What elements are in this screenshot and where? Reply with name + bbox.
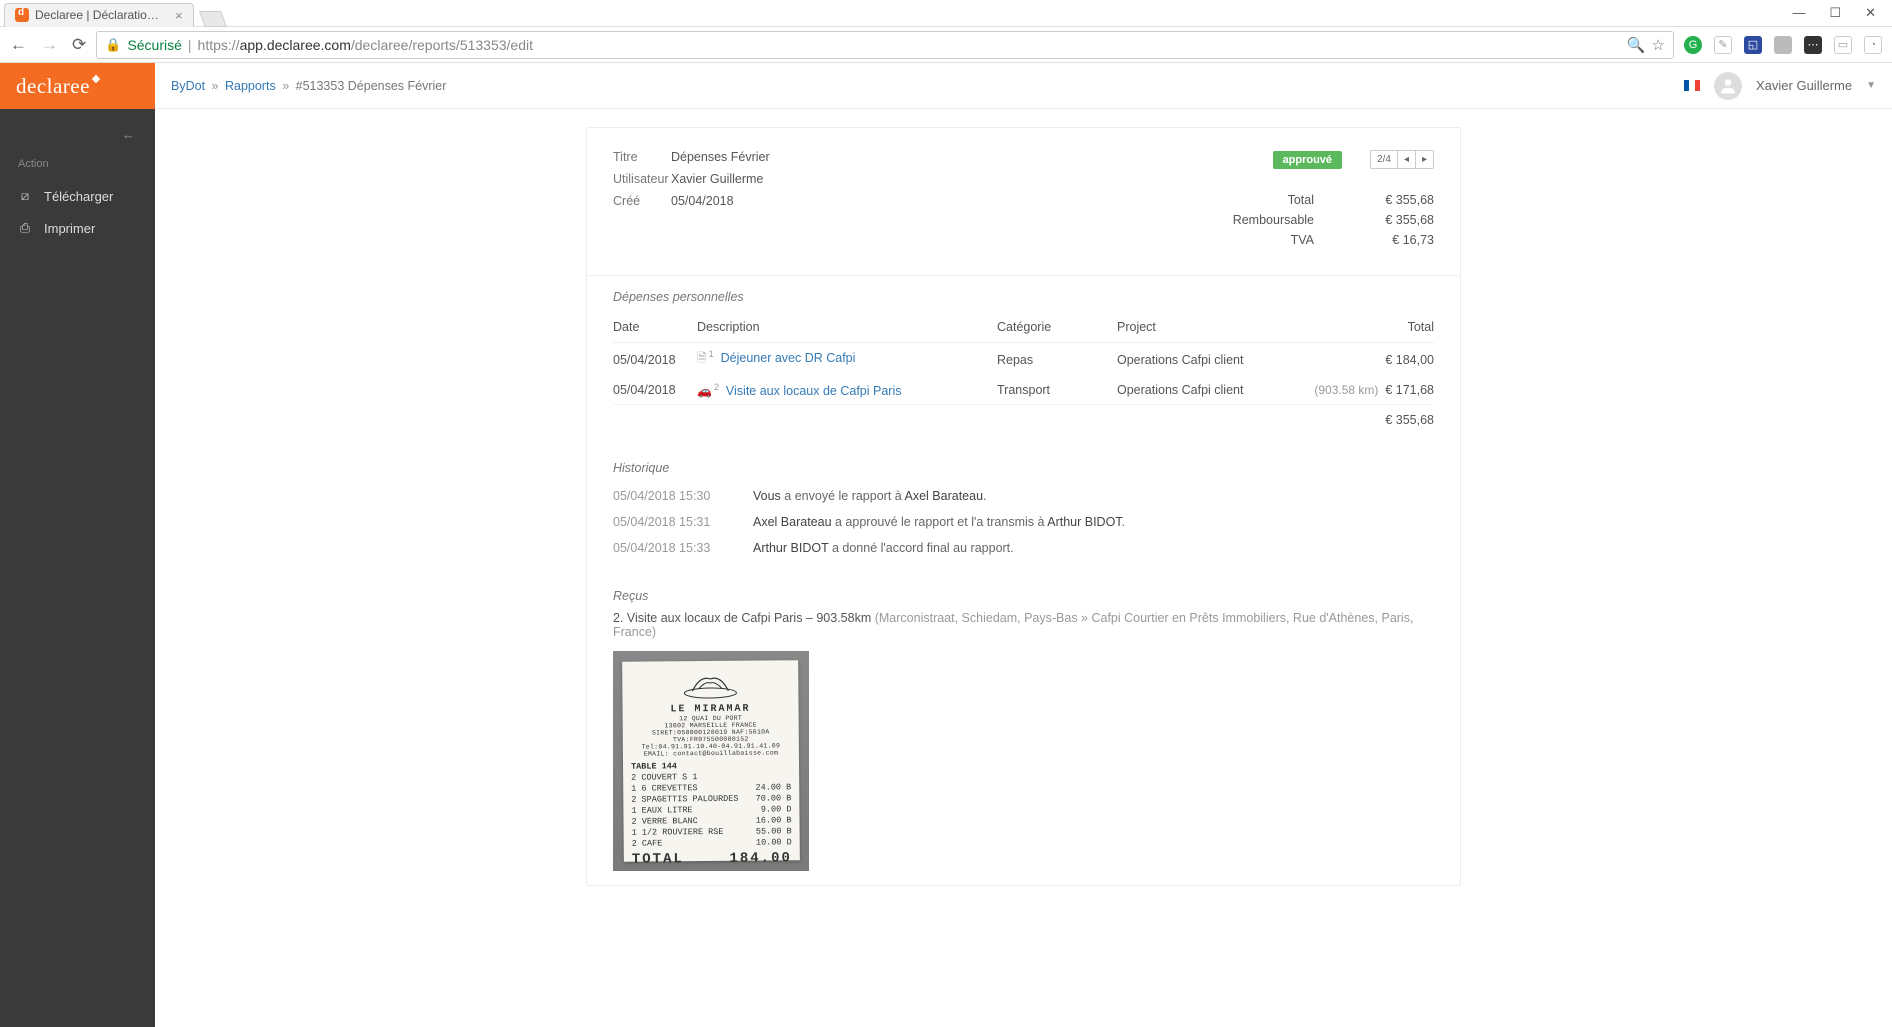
receipt-logo-icon: [680, 669, 740, 700]
report-title: Dépenses Février: [671, 150, 770, 164]
report-user: Xavier Guillerme: [671, 172, 763, 186]
section-title: Historique: [613, 461, 1434, 475]
history-row: 05/04/2018 15:33 Arthur BIDOT a donné l'…: [613, 535, 1434, 561]
browser-toolbar: ← → ⟳ 🔒 Sécurisé | https://app.declaree.…: [0, 27, 1892, 63]
totals: Total€ 355,68 Remboursable€ 355,68 TVA€ …: [1233, 193, 1434, 247]
zoom-icon[interactable]: 🔍: [1627, 36, 1646, 54]
section-title: Reçus: [613, 589, 1434, 603]
sidebar: declaree ← Action ⧄ Télécharger ⎙ Imprim…: [0, 63, 155, 1027]
report-meta: TitreDépenses Février UtilisateurXavier …: [613, 150, 770, 253]
favicon-icon: [15, 8, 29, 22]
topbar: ByDot » Rapports » #513353 Dépenses Févr…: [155, 63, 1892, 109]
star-icon[interactable]: ☆: [1652, 36, 1665, 54]
report-card: TitreDépenses Février UtilisateurXavier …: [586, 127, 1461, 886]
table-sum-row: € 355,68: [613, 405, 1434, 434]
tab-close-icon[interactable]: ×: [175, 8, 183, 23]
extension-icon[interactable]: ◔: [1864, 36, 1882, 54]
address-bar[interactable]: 🔒 Sécurisé | https://app.declaree.com/de…: [96, 31, 1674, 59]
history-row: 05/04/2018 15:31 Axel Barateau a approuv…: [613, 509, 1434, 535]
sidebar-item-label: Télécharger: [44, 189, 113, 204]
expense-link[interactable]: Visite aux locaux de Cafpi Paris: [726, 384, 902, 398]
flag-icon[interactable]: [1684, 80, 1700, 91]
breadcrumb-current: #513353 Dépenses Février: [296, 79, 447, 93]
extension-icon[interactable]: ⋯: [1804, 36, 1822, 54]
table-row: 05/04/2018 🗎1 Déjeuner avec DR Cafpi Rep…: [613, 343, 1434, 377]
sidebar-item-label: Imprimer: [44, 221, 95, 236]
browser-tab-strip: Declaree | Déclaration de × — ☐ ✕: [0, 0, 1892, 27]
pager: 2/4 ◂ ▸: [1370, 150, 1434, 169]
section-title: Dépenses personnelles: [613, 290, 1434, 304]
browser-tab[interactable]: Declaree | Déclaration de ×: [4, 3, 194, 27]
close-window-icon[interactable]: ✕: [1865, 5, 1876, 21]
reload-icon[interactable]: ⟳: [72, 35, 86, 55]
status-badge: approuvé: [1273, 151, 1343, 169]
extension-icon[interactable]: ✎: [1714, 36, 1732, 54]
back-icon[interactable]: ←: [10, 35, 27, 55]
sidebar-item-download[interactable]: ⧄ Télécharger: [0, 180, 155, 212]
report-created: 05/04/2018: [671, 194, 734, 208]
chevron-down-icon[interactable]: ▼: [1866, 80, 1876, 91]
grammarly-icon[interactable]: G: [1684, 36, 1702, 54]
app-logo[interactable]: declaree: [0, 63, 155, 109]
car-icon: 🚗: [697, 384, 712, 398]
expense-link[interactable]: Déjeuner avec DR Cafpi: [721, 351, 856, 365]
user-menu[interactable]: Xavier Guillerme: [1756, 78, 1852, 93]
sidebar-item-print[interactable]: ⎙ Imprimer: [0, 212, 155, 244]
print-icon: ⎙: [18, 220, 32, 236]
tab-title: Declaree | Déclaration de: [35, 8, 165, 22]
file-icon: 🗎: [697, 351, 707, 365]
maximize-icon[interactable]: ☐: [1829, 5, 1841, 21]
sidebar-collapse-icon[interactable]: ←: [0, 109, 155, 152]
forward-icon[interactable]: →: [41, 35, 58, 55]
pager-count: 2/4: [1371, 151, 1398, 168]
extension-icon[interactable]: [1774, 36, 1792, 54]
minimize-icon[interactable]: —: [1792, 5, 1805, 21]
breadcrumb-link[interactable]: Rapports: [225, 79, 276, 93]
secure-label: Sécurisé: [127, 37, 181, 53]
lock-icon: 🔒: [105, 37, 121, 53]
avatar-icon[interactable]: [1714, 72, 1742, 100]
new-tab-button[interactable]: [199, 11, 227, 27]
window-controls: — ☐ ✕: [1792, 5, 1892, 21]
table-row: 05/04/2018 🚗2 Visite aux locaux de Cafpi…: [613, 376, 1434, 405]
extension-icons: G ✎ ◱ ⋯ ▭ ◔: [1684, 36, 1882, 54]
breadcrumb: ByDot » Rapports » #513353 Dépenses Févr…: [171, 79, 446, 93]
history-row: 05/04/2018 15:30 Vous a envoyé le rappor…: [613, 483, 1434, 509]
extension-icon[interactable]: ▭: [1834, 36, 1852, 54]
receipt-title: 2. Visite aux locaux de Cafpi Paris – 90…: [613, 611, 1434, 639]
extension-icon[interactable]: ◱: [1744, 36, 1762, 54]
receipt-image[interactable]: LE MIRAMAR 12 QUAI DU PORT 13002 MARSEIL…: [613, 651, 809, 871]
pager-next-icon[interactable]: ▸: [1416, 151, 1433, 168]
sidebar-section-label: Action: [0, 158, 155, 170]
download-icon: ⧄: [18, 188, 32, 204]
expense-table: Date Description Catégorie Project Total…: [613, 312, 1434, 433]
pager-prev-icon[interactable]: ◂: [1398, 151, 1416, 168]
breadcrumb-link[interactable]: ByDot: [171, 79, 205, 93]
